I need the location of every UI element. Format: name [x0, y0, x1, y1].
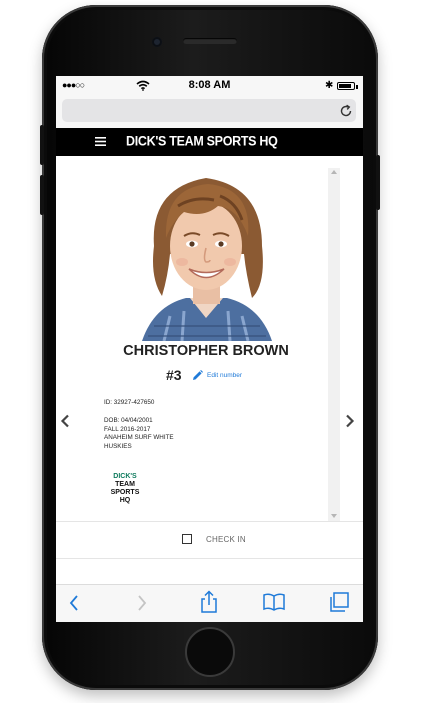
- earpiece-speaker: [183, 38, 237, 44]
- home-button[interactable]: [185, 627, 235, 677]
- player-dob: DOB: 04/04/2001: [104, 417, 153, 424]
- player-photo: [134, 166, 279, 341]
- team-logo-line: SPORTS: [110, 489, 140, 496]
- share-icon[interactable]: [199, 590, 219, 614]
- player-season: FALL 2016-2017: [104, 425, 151, 433]
- phone-screen: ●●●○○ 8:08 AM ✱ DICK'S TEAM SPORTS HQ CH…: [56, 76, 363, 622]
- edit-number-link[interactable]: Edit number: [207, 372, 242, 379]
- scroll-up-icon[interactable]: [331, 170, 337, 174]
- status-time: 8:08 AM: [188, 79, 231, 91]
- player-name: CHRISTOPHER BROWN: [123, 343, 289, 359]
- player-id: ID: 32927-427650: [104, 399, 155, 406]
- team-mascot: HUSKIES: [104, 442, 132, 450]
- team-logo-line: TEAM: [115, 481, 135, 488]
- forward-icon[interactable]: [136, 594, 148, 612]
- check-in-label: CHECK IN: [206, 535, 246, 544]
- team-logo-line: DICK'S: [113, 473, 137, 480]
- jersey-number: #3: [166, 367, 182, 383]
- front-camera: [152, 37, 162, 47]
- browser-toolbar: [56, 584, 363, 622]
- brand-logo[interactable]: DICK'S TEAM SPORTS HQ: [126, 133, 278, 148]
- player-card: CHRISTOPHER BROWN #3 Edit number ID: 329…: [56, 156, 363, 591]
- browser-address-area: [56, 96, 363, 128]
- pencil-icon[interactable]: [192, 370, 203, 381]
- scroll-down-icon[interactable]: [331, 514, 337, 518]
- check-in-checkbox[interactable]: [182, 534, 192, 544]
- player-team: ANAHEIM SURF WHITE: [104, 434, 174, 441]
- power-button: [376, 155, 380, 210]
- url-field[interactable]: [62, 99, 356, 122]
- check-in-row[interactable]: CHECK IN: [56, 522, 363, 558]
- tabs-icon[interactable]: [328, 591, 350, 613]
- volume-up-button: [40, 125, 44, 165]
- divider: [56, 558, 363, 559]
- volume-down-button: [40, 175, 44, 215]
- back-icon[interactable]: [68, 594, 80, 612]
- chevron-right-icon[interactable]: [345, 414, 355, 428]
- team-logo-line: HQ: [119, 497, 131, 504]
- status-bar: ●●●○○ 8:08 AM ✱: [56, 76, 363, 96]
- bluetooth-icon: ✱: [325, 80, 334, 91]
- hamburger-menu-icon[interactable]: [95, 137, 106, 146]
- chevron-left-icon[interactable]: [60, 414, 70, 428]
- team-logo: DICK'S TEAM SPORTS HQ: [108, 473, 142, 513]
- reload-icon[interactable]: [339, 104, 353, 118]
- battery-icon: [337, 82, 358, 90]
- bookmarks-icon[interactable]: [262, 592, 286, 612]
- site-header: DICK'S TEAM SPORTS HQ: [56, 128, 363, 156]
